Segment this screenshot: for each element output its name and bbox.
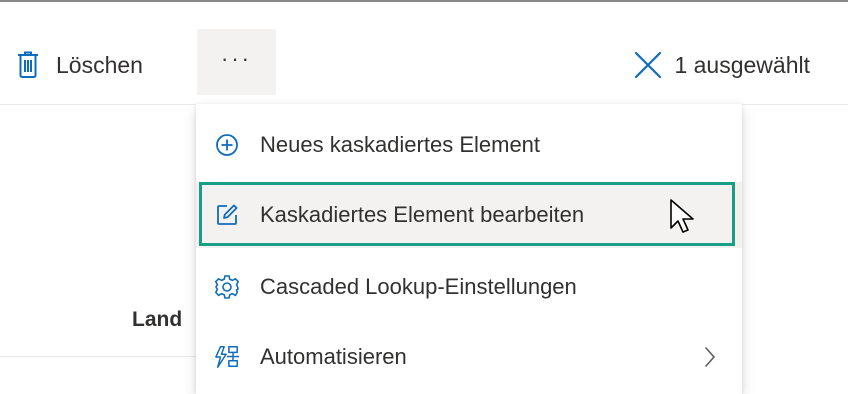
gear-icon [214,274,240,300]
trash-icon [14,50,42,80]
column-header-land[interactable]: Land [132,308,182,332]
more-icon: ··· [221,46,252,71]
selection-indicator: 1 ausgewählt [632,48,810,82]
close-icon[interactable] [632,49,664,81]
add-circle-icon [214,132,240,158]
command-bar: Löschen ··· 1 ausgewählt [0,2,848,104]
edit-icon [214,202,240,228]
list-header-divider [0,356,200,357]
menu-item-label: Kaskadiertes Element bearbeiten [260,202,585,227]
menu-item-automate[interactable]: Automatisieren [196,324,742,390]
menu-item-label: Cascaded Lookup-Einstellungen [260,274,577,299]
mouse-pointer-icon [669,198,699,238]
menu-item-new-cascaded-element[interactable]: Neues kaskadiertes Element [196,112,742,178]
menu-item-cascaded-lookup-settings[interactable]: Cascaded Lookup-Einstellungen [196,254,742,320]
delete-button[interactable]: Löschen [14,48,143,82]
menu-item-label: Neues kaskadiertes Element [260,132,541,157]
selection-count: 1 ausgewählt [674,51,810,78]
delete-label: Löschen [56,51,143,78]
more-actions-button[interactable]: ··· [197,29,276,95]
chevron-right-icon [702,344,718,370]
more-actions-menu: Neues kaskadiertes Element Kaskadiertes … [196,104,742,394]
automate-icon [214,344,240,370]
menu-item-edit-cascaded-element[interactable]: Kaskadiertes Element bearbeiten [196,182,742,248]
menu-item-label: Automatisieren [260,344,407,369]
